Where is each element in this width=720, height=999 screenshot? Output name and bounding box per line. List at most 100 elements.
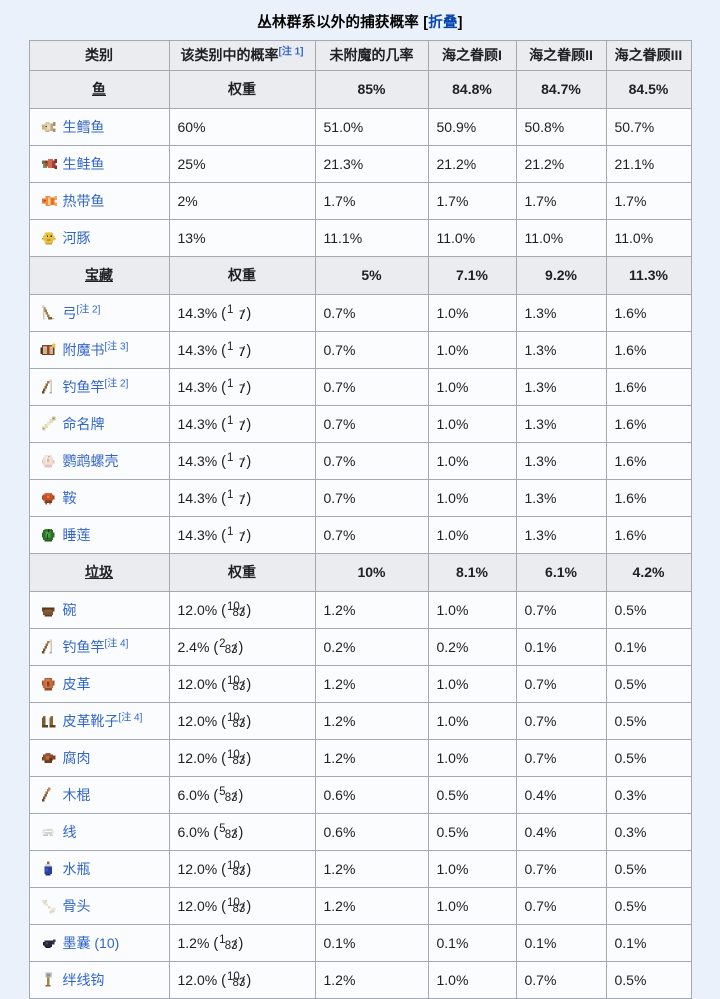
table-row: 鞍 14.3% (1 7) 0.7% 1.0% 1.3% 1.6% — [28, 479, 692, 517]
table-row: 附魔书[注 3] 14.3% (1 7) 0.7% 1.0% 1.3% 1.6% — [28, 331, 692, 369]
item-link[interactable]: 睡莲 — [63, 527, 91, 543]
group-name-link[interactable]: 宝藏 — [85, 267, 113, 283]
caption-title: 丛林群系以外的捕获概率 — [257, 15, 419, 31]
chance-cell-2: 1.0% — [427, 961, 517, 999]
chance-cell-2: 1.0% — [427, 479, 517, 517]
group-name-link[interactable]: 鱼 — [92, 81, 106, 97]
weight-fraction: 17 — [226, 341, 246, 359]
chance-cell-3: 0.1% — [515, 924, 607, 962]
weight-fraction-close: ) — [246, 602, 252, 619]
group-weight-label: 权重 — [168, 70, 316, 109]
item-link[interactable]: 河豚 — [63, 230, 91, 246]
weight-fraction: 2 83 — [219, 638, 238, 656]
weight-cell: 60% — [168, 108, 316, 146]
raw-cod-icon — [38, 117, 58, 137]
weight-cell: 1.2% (1 83) — [168, 924, 316, 962]
item-cell: 睡莲 — [28, 516, 170, 554]
item-cell: 生鳕鱼 — [28, 108, 170, 146]
item-link[interactable]: 鞍 — [63, 490, 77, 506]
chance-cell-4: 0.5% — [605, 850, 692, 888]
chance-cell-4: 1.6% — [605, 405, 692, 443]
fishing-rod-icon — [38, 377, 58, 397]
chance-cell-2: 1.0% — [427, 887, 517, 925]
weight-value: 6.0% — [177, 786, 210, 803]
chance-cell-4: 1.6% — [605, 479, 692, 517]
chance-cell-3: 0.7% — [515, 665, 607, 703]
weight-fraction: 5 83 — [219, 823, 238, 841]
weight-fraction-open: ( — [221, 416, 226, 433]
chance-cell-2: 21.2% — [427, 145, 517, 183]
weight-cell: 14.3% (1 7) — [168, 294, 316, 332]
item-link[interactable]: 皮革 — [63, 676, 91, 692]
item-link[interactable]: 碗 — [63, 602, 77, 618]
item-link[interactable]: 线 — [63, 824, 77, 840]
column-header-4: 海之眷顾I — [427, 40, 517, 71]
chance-cell-1: 1.2% — [314, 739, 429, 777]
chance-cell-3: 21.2% — [515, 145, 607, 183]
bone-icon — [38, 896, 58, 916]
chance-cell-3: 0.7% — [515, 702, 607, 740]
chance-cell-3: 11.0% — [515, 219, 607, 257]
table-row: 墨囊 (10) 1.2% (1 83) 0.1% 0.1% 0.1% 0.1% — [28, 924, 692, 962]
pufferfish-icon — [38, 228, 58, 248]
collapse-toggle-link[interactable]: 折叠 — [428, 15, 457, 31]
group-total-3: 9.2% — [515, 256, 607, 295]
item-link[interactable]: 生鳕鱼 — [63, 119, 105, 135]
group-total-3: 6.1% — [515, 553, 607, 592]
item-link[interactable]: 骨头 — [63, 898, 91, 914]
saddle-icon — [38, 488, 58, 508]
chance-cell-3: 0.4% — [515, 776, 607, 814]
weight-fraction-close: ) — [246, 527, 252, 544]
column-header-3: 未附魔的几率 — [314, 40, 429, 71]
table-row: 睡莲 14.3% (1 7) 0.7% 1.0% 1.3% 1.6% — [28, 516, 692, 554]
chance-cell-1: 0.2% — [314, 628, 429, 666]
chance-cell-1: 21.3% — [314, 145, 429, 183]
weight-fraction: 17 — [226, 489, 246, 507]
weight-cell: 14.3% (1 7) — [168, 479, 316, 517]
tripwire-hook-icon — [38, 970, 58, 990]
chance-cell-3: 0.1% — [515, 628, 607, 666]
weight-value: 12.0% — [177, 897, 218, 914]
weight-fraction-open: ( — [213, 639, 219, 656]
weight-fraction-open: ( — [213, 787, 219, 804]
item-link[interactable]: 钓鱼竿 — [63, 639, 105, 655]
item-link[interactable]: 绊线钩 — [63, 972, 105, 988]
weight-fraction-close: ) — [246, 713, 252, 730]
chance-cell-4: 21.1% — [605, 145, 692, 183]
group-total-2: 8.1% — [427, 553, 517, 592]
chance-cell-4: 0.1% — [605, 924, 692, 962]
item-link[interactable]: 木棍 — [63, 787, 91, 803]
item-link[interactable]: 钓鱼竿 — [63, 379, 105, 395]
weight-cell: 14.3% (1 7) — [168, 368, 316, 406]
table-row: 河豚 13% 11.1% 11.0% 11.0% 11.0% — [28, 219, 692, 257]
item-link[interactable]: 水瓶 — [63, 861, 91, 877]
item-link[interactable]: 皮革靴子 — [63, 713, 119, 729]
weight-fraction-open: ( — [221, 305, 226, 322]
weight-fraction-open: ( — [221, 898, 226, 915]
item-cell: 弓[注 2] — [28, 294, 170, 332]
chance-cell-3: 1.7% — [515, 182, 607, 220]
item-link[interactable]: 墨囊 (10) — [63, 935, 120, 951]
column-header-1: 类别 — [28, 40, 170, 71]
item-link[interactable]: 鹦鹉螺壳 — [63, 453, 119, 469]
chance-cell-1: 0.7% — [314, 368, 429, 406]
item-link[interactable]: 腐肉 — [63, 750, 91, 766]
chance-cell-1: 0.7% — [314, 294, 429, 332]
item-link[interactable]: 命名牌 — [63, 416, 105, 432]
item-link[interactable]: 生鲑鱼 — [63, 156, 105, 172]
weight-value: 12.0% — [177, 675, 218, 692]
stick-icon — [38, 785, 58, 805]
chance-cell-1: 1.2% — [314, 591, 429, 629]
item-link[interactable]: 热带鱼 — [63, 193, 105, 209]
group-name-link[interactable]: 垃圾 — [85, 564, 113, 580]
chance-cell-1: 0.7% — [314, 331, 429, 369]
weight-fraction-close: ) — [246, 305, 252, 322]
group-total-4: 11.3% — [605, 256, 692, 295]
chance-cell-3: 0.7% — [515, 591, 607, 629]
name-tag-icon — [38, 414, 58, 434]
chance-cell-3: 0.7% — [515, 961, 607, 999]
weight-fraction-close: ) — [246, 342, 252, 359]
item-link[interactable]: 弓 — [63, 305, 77, 321]
item-link[interactable]: 附魔书 — [63, 342, 105, 358]
weight-cell: 13% — [168, 219, 316, 257]
